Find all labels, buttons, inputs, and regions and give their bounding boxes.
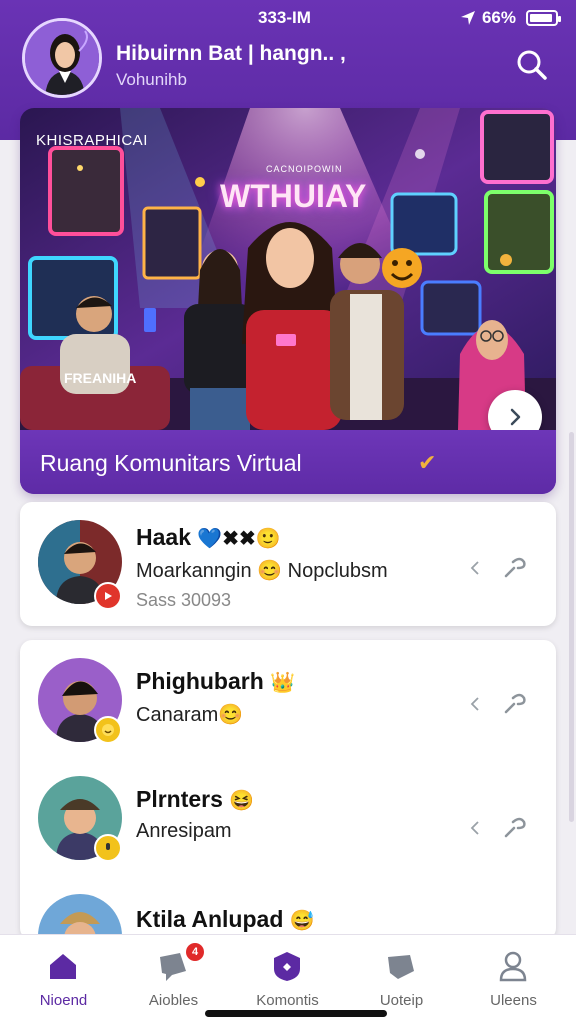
profile-icon [499, 951, 527, 982]
chat-icon [160, 953, 186, 981]
reply-icon [470, 821, 479, 835]
chevron-right-icon [510, 408, 521, 426]
battery-icon [526, 10, 561, 26]
list-item[interactable]: Plrnters 😆 Anresipam [20, 762, 556, 886]
nav-home[interactable]: Nioend [6, 945, 121, 1011]
item-message: Canaram😊 [136, 704, 244, 726]
nav-label: Uleens [490, 992, 537, 1009]
item-name-emoji: 👑 [270, 672, 296, 694]
hero-footer: Ruang Komunitars Virtual ✔ [20, 430, 556, 494]
check-icon: ✔ [418, 450, 437, 475]
battery-percent: 66% [481, 8, 516, 27]
reply-icon [470, 697, 479, 711]
item-name-text: Ktila Anlupad [136, 906, 284, 932]
list-item[interactable]: Haak 💙✖✖🙂 Moarkanngin 😊 Nopclubsm Sass 3… [20, 502, 556, 626]
nav-community[interactable]: Komontis [230, 945, 345, 1011]
item-meta: Sass 30093 [136, 590, 232, 610]
hero-top-label: KHISRAPHICAI [36, 132, 148, 149]
nav-chats[interactable]: 4 Aiobles [116, 943, 231, 1011]
reply-button[interactable] [466, 694, 486, 714]
hero-sign-small: CACNOIPOWIN [266, 164, 343, 174]
status-time: 333-IM [258, 8, 311, 27]
scrollbar[interactable] [569, 432, 574, 822]
profile-avatar-image [25, 21, 99, 95]
item-name-emoji: 😅 [289, 910, 315, 932]
feed-card[interactable]: Haak 💙✖✖🙂 Moarkanngin 😊 Nopclubsm Sass 3… [20, 502, 556, 626]
like-button[interactable] [500, 814, 528, 842]
item-name: Ktila Anlupad 😅 [136, 906, 315, 933]
location-icon [460, 11, 475, 25]
reply-icon [470, 561, 479, 575]
reply-button[interactable] [466, 558, 486, 578]
nav-profile[interactable]: Uleens [456, 945, 571, 1011]
home-indicator[interactable] [205, 1010, 387, 1017]
play-icon [105, 592, 112, 600]
item-name: Plrnters 😆 [136, 786, 254, 813]
search-icon [517, 50, 547, 80]
item-name-text: Plrnters [136, 786, 223, 812]
hero-banner[interactable]: KHISRAPHICAI CACNOIPOWIN WTHUIAY FREANIH… [20, 108, 556, 494]
profile-avatar[interactable] [22, 18, 102, 98]
list-item[interactable]: Ktila Anlupad 😅 [20, 884, 556, 940]
status-badge [94, 834, 122, 862]
notification-badge: 4 [186, 943, 204, 961]
like-icon [504, 557, 526, 578]
feed-card[interactable]: Phighubarh 👑 Canaram😊 Plrnters 😆 Anresip… [20, 640, 556, 940]
item-name-emoji: 😆 [229, 790, 255, 812]
tag-icon [388, 955, 414, 979]
item-name-text: Haak [136, 524, 191, 550]
item-name-text: Phighubarh [136, 668, 264, 694]
search-button[interactable] [512, 46, 552, 86]
list-item[interactable]: Phighubarh 👑 Canaram😊 [20, 640, 556, 764]
nav-label: Komontis [256, 992, 319, 1009]
hero-caption: Ruang Komunitars Virtual [40, 450, 302, 476]
like-button[interactable] [500, 690, 528, 718]
status-badge [94, 716, 122, 744]
item-name: Haak 💙✖✖🙂 [136, 524, 281, 551]
status-badge [94, 582, 122, 610]
nav-label: Nioend [39, 992, 88, 1009]
nav-label: Aiobles [148, 992, 199, 1009]
like-icon [504, 817, 526, 838]
mic-icon [106, 843, 110, 850]
status-right: 66% [460, 8, 561, 28]
item-name-emoji: 💙✖✖🙂 [197, 528, 281, 550]
item-message: Anresipam [136, 820, 232, 842]
home-icon [50, 954, 76, 979]
hero-neon-sign: WTHUIAY [220, 178, 367, 214]
hero-screen-label: FREANIHA [64, 370, 137, 386]
nav-label: Uoteip [379, 992, 424, 1009]
community-shield-icon [274, 952, 300, 981]
item-name: Phighubarh 👑 [136, 668, 295, 695]
reply-button[interactable] [466, 818, 486, 838]
header-title: Hibuirnn Bat | hangn.. , [116, 42, 346, 65]
nav-updates[interactable]: Uoteip [344, 945, 459, 1011]
header-subtitle: Vohunihb [116, 70, 187, 89]
like-icon [504, 693, 526, 714]
like-button[interactable] [500, 554, 528, 582]
item-message: Moarkanngin 😊 Nopclubsm [136, 560, 388, 582]
emoji-icon [102, 724, 114, 736]
